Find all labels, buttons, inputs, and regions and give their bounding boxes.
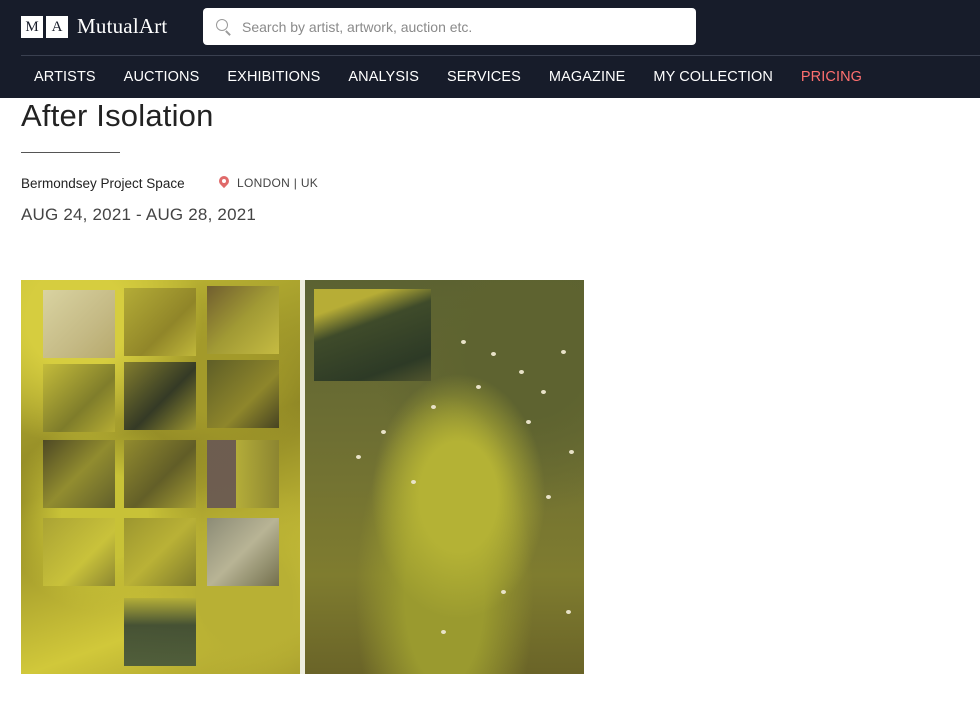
artwork-speck <box>569 450 574 454</box>
artwork-tile <box>124 598 196 666</box>
venue-link[interactable]: Bermondsey Project Space <box>21 176 185 191</box>
main-nav: ARTISTS AUCTIONS EXHIBITIONS ANALYSIS SE… <box>21 56 877 98</box>
artwork-tile <box>207 286 279 354</box>
logo-mark-m: M <box>21 15 43 38</box>
site-header: M A MutualArt ARTISTS AUCTIONS EXHIBITIO… <box>0 0 980 98</box>
artwork-inset <box>314 289 431 381</box>
artwork-tile <box>207 360 279 428</box>
artwork-tile <box>43 440 115 508</box>
search-bar[interactable] <box>203 8 696 45</box>
artwork-speck <box>541 390 546 394</box>
artwork-speck <box>381 430 386 434</box>
nav-artists[interactable]: ARTISTS <box>34 69 96 85</box>
artwork-tile <box>124 362 196 430</box>
artwork-speck <box>411 480 416 484</box>
nav-analysis[interactable]: ANALYSIS <box>348 69 419 85</box>
artwork-tile <box>43 518 115 586</box>
nav-my-collection[interactable]: MY COLLECTION <box>653 69 772 85</box>
artwork-speck <box>546 495 551 499</box>
page-title: After Isolation <box>21 98 214 133</box>
location: LONDON | UK <box>219 176 318 190</box>
title-underline <box>21 152 120 153</box>
exhibition-image[interactable] <box>21 280 584 674</box>
artwork-speck <box>491 352 496 356</box>
search-input[interactable] <box>242 18 682 35</box>
logo-mark-a: A <box>46 15 68 38</box>
artwork-speck <box>431 405 436 409</box>
logo-text: MutualArt <box>77 14 168 38</box>
exhibition-dates: AUG 24, 2021 - AUG 28, 2021 <box>21 205 257 224</box>
search-icon[interactable] <box>216 18 232 35</box>
artwork-tile <box>124 518 196 586</box>
nav-magazine[interactable]: MAGAZINE <box>549 69 626 85</box>
artwork-left-panel <box>21 280 300 674</box>
artwork-tile <box>43 364 115 432</box>
site-logo[interactable]: M A MutualArt <box>21 14 167 39</box>
nav-services[interactable]: SERVICES <box>447 69 521 85</box>
artwork-tile <box>43 290 115 358</box>
location-text: LONDON | UK <box>237 176 319 190</box>
artwork-speck <box>461 340 466 344</box>
artwork-tile <box>124 288 196 356</box>
artwork-speck <box>519 370 524 374</box>
artwork-tile <box>124 440 196 508</box>
nav-exhibitions[interactable]: EXHIBITIONS <box>227 69 320 85</box>
artwork-speck <box>441 630 446 634</box>
nav-pricing[interactable]: PRICING <box>801 69 862 85</box>
artwork-speck <box>526 420 531 424</box>
artwork-tile <box>207 518 279 586</box>
map-pin-icon <box>219 176 229 190</box>
nav-auctions[interactable]: AUCTIONS <box>124 69 200 85</box>
artwork-speck <box>476 385 481 389</box>
artwork-speck <box>561 350 566 354</box>
artwork-speck <box>501 590 506 594</box>
artwork-tile <box>207 440 279 508</box>
artwork-speck <box>566 610 571 614</box>
artwork-speck <box>356 455 361 459</box>
